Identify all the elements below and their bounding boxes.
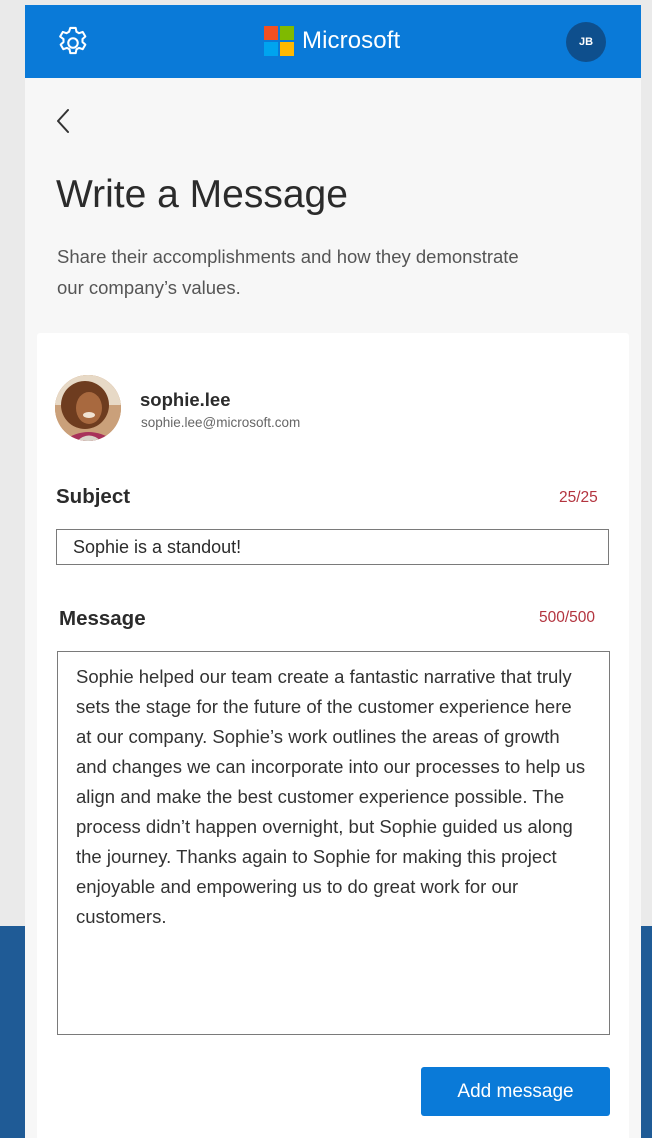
logo-square-green [280,26,294,40]
message-label: Message [59,607,146,630]
logo-square-yellow [280,42,294,56]
user-avatar[interactable]: JB [566,22,606,62]
back-button[interactable] [49,105,77,137]
page-subtitle: Share their accomplishments and how they… [57,246,519,298]
message-counter: 500/500 [539,609,596,626]
brand: Microsoft [264,25,400,57]
recipient-photo-icon [55,375,121,441]
recipient-email: sophie.lee@microsoft.com [141,415,301,430]
subject-counter: 25/25 [559,489,598,506]
gear-icon [59,26,87,55]
logo-square-blue [264,42,278,56]
recipient-name: sophie.lee [140,389,231,410]
chevron-left-icon [57,109,69,133]
subject-input[interactable] [56,529,609,565]
recipient-avatar [55,375,121,441]
logo-square-red [264,26,278,40]
app-screen: Microsoft JB Write a Message Share their… [25,5,641,1138]
brand-name: Microsoft [302,27,401,54]
message-textarea[interactable]: Sophie helped our team create a fantasti… [57,651,610,1035]
message-card: sophie.lee sophie.lee@microsoft.com Subj… [37,333,629,1138]
settings-button[interactable] [53,23,93,63]
page-title: Write a Message [56,173,348,216]
top-bar: Microsoft JB [25,5,641,78]
subject-label: Subject [56,485,131,508]
add-message-button[interactable]: Add message [421,1067,610,1116]
microsoft-logo-icon [264,26,294,56]
